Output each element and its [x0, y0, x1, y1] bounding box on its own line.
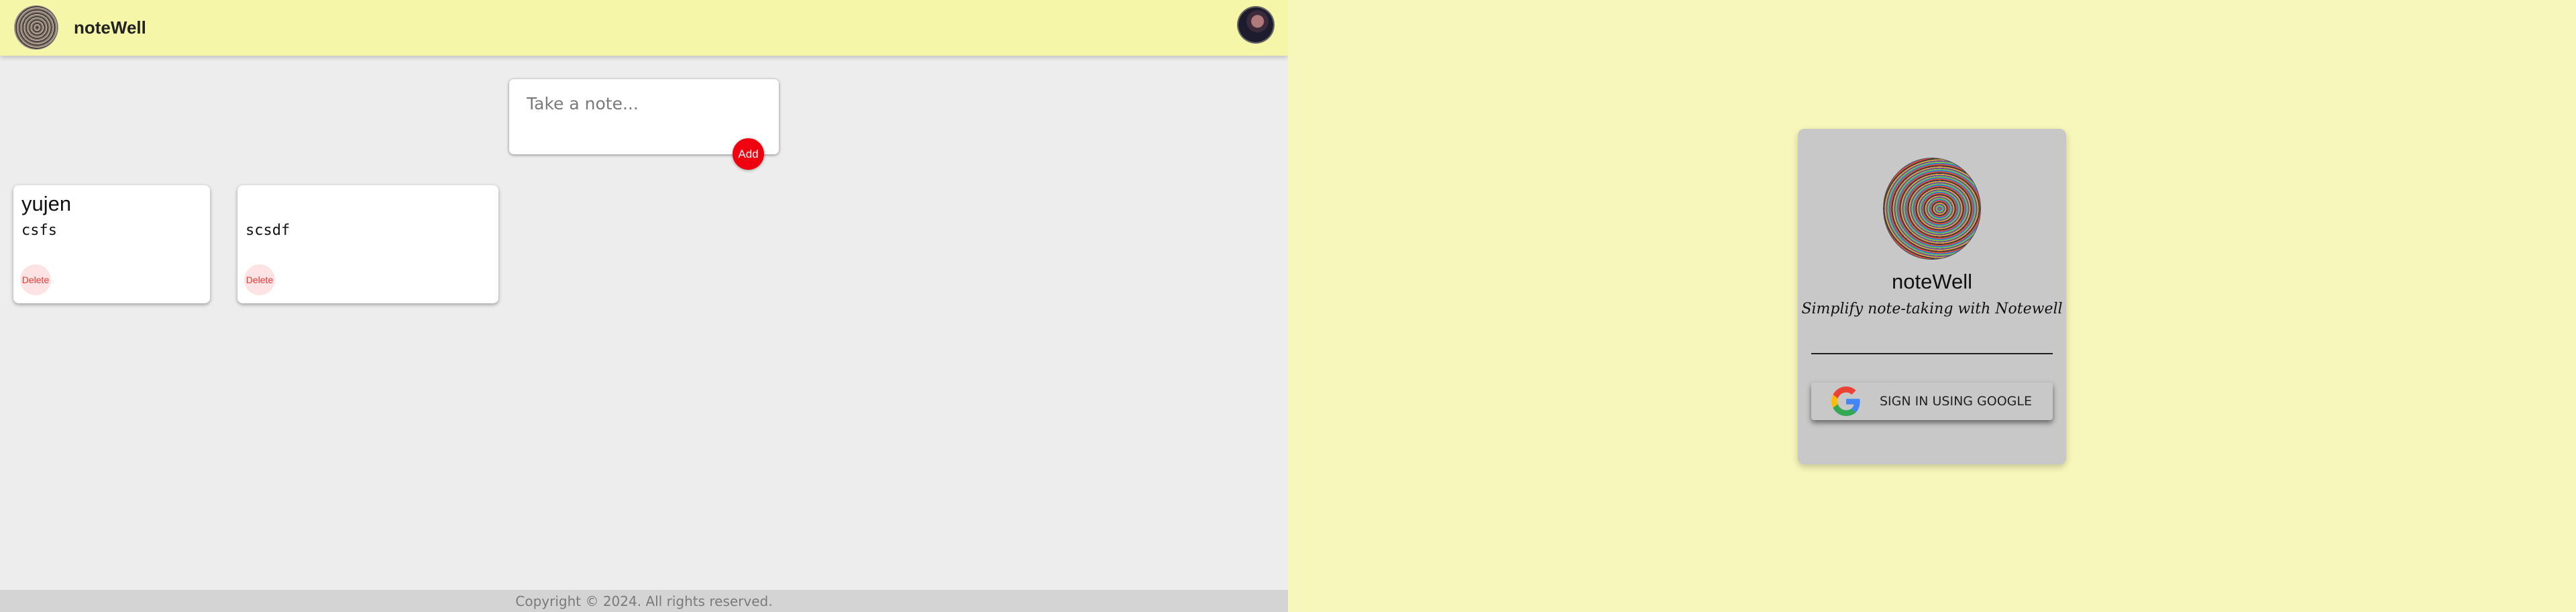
divider	[1811, 353, 2053, 354]
copyright-text: Copyright © 2024. All rights reserved.	[515, 593, 773, 609]
google-signin-label: SIGN IN USING GOOGLE	[1880, 394, 2032, 409]
note-card: yujen csfs Delete	[13, 185, 210, 303]
footer: Copyright © 2024. All rights reserved.	[0, 590, 1288, 612]
note-body: csfs	[21, 222, 57, 239]
signin-page: noteWell Simplify note-taking with Notew…	[1288, 0, 2576, 612]
note-title: yujen	[21, 192, 72, 215]
add-note-button[interactable]: Add	[733, 138, 764, 170]
note-input[interactable]	[525, 93, 763, 114]
note-card: scsdf Delete	[237, 185, 498, 303]
spiral-logo-icon	[1884, 158, 1980, 259]
signin-tagline: Simplify note-taking with Notewell	[1801, 301, 2063, 317]
spiral-logo-icon[interactable]	[15, 6, 58, 49]
signin-title: noteWell	[1891, 270, 1973, 293]
google-signin-button[interactable]: SIGN IN USING GOOGLE	[1811, 382, 2053, 420]
google-icon	[1831, 387, 1860, 416]
app-header: noteWell	[0, 0, 1288, 56]
user-avatar[interactable]	[1238, 7, 1273, 42]
notes-app: noteWell Add yujen csfs Delete scsdf Del…	[0, 0, 1288, 612]
app-title: noteWell	[74, 17, 146, 38]
delete-note-button[interactable]: Delete	[20, 264, 51, 295]
delete-note-button[interactable]: Delete	[244, 264, 275, 295]
signin-card: noteWell Simplify note-taking with Notew…	[1798, 129, 2066, 464]
note-body: scsdf	[246, 222, 290, 239]
